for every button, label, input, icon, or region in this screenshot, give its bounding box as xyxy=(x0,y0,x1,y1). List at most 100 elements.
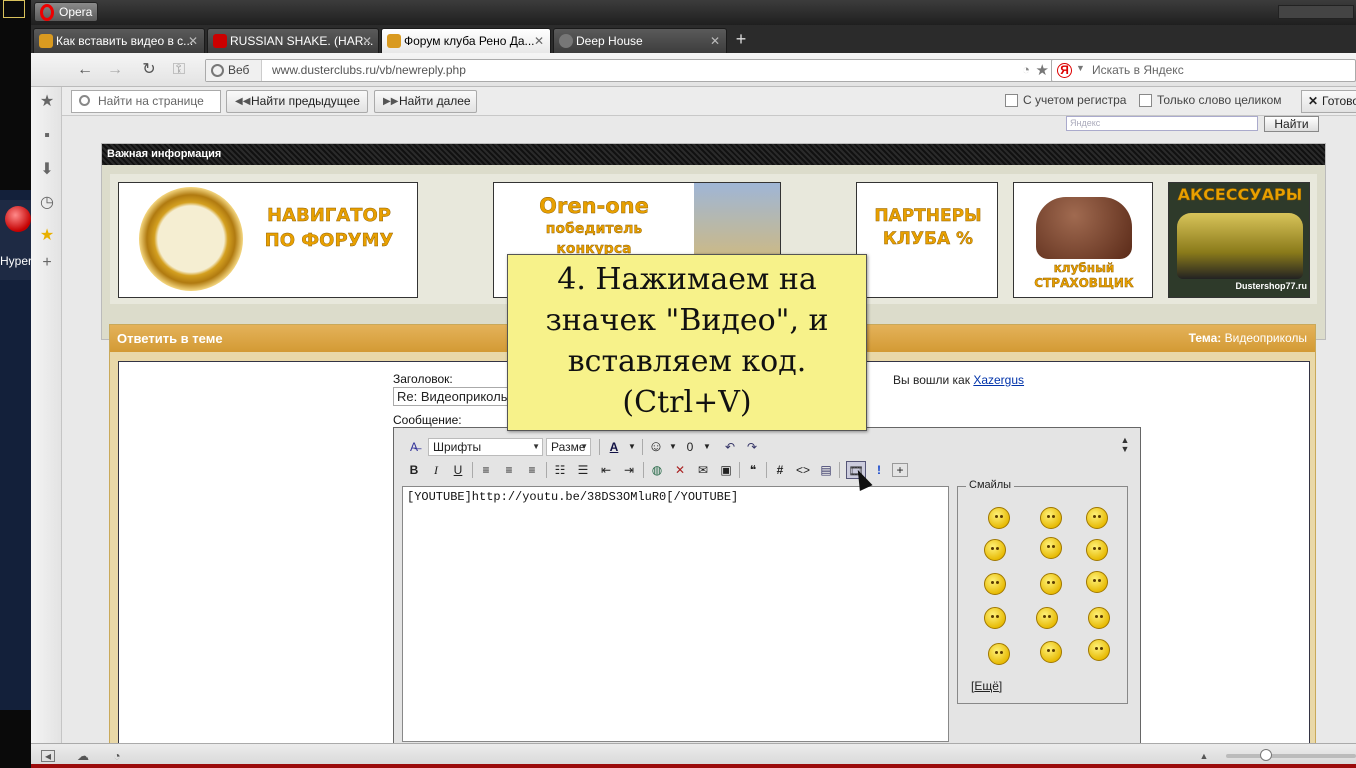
opera-menu-button[interactable]: Opera xyxy=(34,2,98,22)
new-tab-button[interactable]: + xyxy=(731,29,751,49)
speed-dial-gauge-icon[interactable]: ◔ xyxy=(109,748,125,764)
favorites-star-icon[interactable]: ★ xyxy=(38,227,56,245)
find-next-button[interactable]: ▶▶ Найти далее xyxy=(374,90,477,113)
smiley-icon[interactable] xyxy=(1088,639,1110,661)
insert-link-icon[interactable]: ◍ xyxy=(647,461,667,479)
yandex-find-button[interactable]: Найти xyxy=(1264,116,1319,132)
tab-deep-house[interactable]: Deep House ✕ xyxy=(553,28,727,53)
add-panel-icon[interactable]: + xyxy=(38,254,56,272)
yandex-site-search-input[interactable]: Яндекс xyxy=(1066,116,1258,131)
more-smilies-text[interactable]: Ещё xyxy=(974,679,999,693)
text-color-icon[interactable]: A xyxy=(604,438,624,456)
tab-close-icon[interactable]: ✕ xyxy=(362,29,372,53)
yandex-logo-icon: Я xyxy=(1057,63,1072,78)
remove-format-icon[interactable]: A̶ xyxy=(404,438,424,456)
ordered-list-icon[interactable]: ☷ xyxy=(550,461,570,479)
zoom-arrow-icon[interactable]: ▲ xyxy=(1196,748,1212,764)
underline-icon[interactable]: U xyxy=(448,461,468,479)
downloads-icon[interactable]: ⬇ xyxy=(38,161,56,179)
navigator-banner[interactable]: НАВИГАТОР ПО ФОРУМУ xyxy=(118,182,418,298)
find-done-button[interactable]: ✕ Готово xyxy=(1301,90,1356,113)
tab-close-icon[interactable]: ✕ xyxy=(710,29,720,53)
zoom-slider[interactable] xyxy=(1226,749,1356,761)
notes-icon[interactable]: ▪ xyxy=(38,127,56,145)
italic-icon[interactable]: I xyxy=(426,461,446,479)
align-center-icon[interactable]: ≡ xyxy=(499,461,519,479)
expand-plus-icon[interactable]: + xyxy=(892,463,908,477)
tab-russian-shake[interactable]: RUSSIAN SHAKE. (HAR... ✕ xyxy=(207,28,379,53)
smiley-icon[interactable] xyxy=(1036,607,1058,629)
size-select[interactable]: Разме ▼ xyxy=(546,438,591,456)
smiley-icon[interactable] xyxy=(1086,539,1108,561)
zoom-slider-knob[interactable] xyxy=(1260,749,1272,761)
more-smilies-link[interactable]: [Ещё] xyxy=(971,679,1002,693)
chevron-down-icon[interactable]: ▼ xyxy=(1076,63,1085,73)
code-hash-icon[interactable]: # xyxy=(770,461,790,479)
bookmarks-star-icon[interactable]: ★ xyxy=(38,93,56,111)
smiley-icon[interactable] xyxy=(1088,607,1110,629)
yandex-search-field[interactable]: Я ▼ Искать в Яндекс xyxy=(1051,59,1356,82)
wand-key-icon[interactable]: ⚿ xyxy=(169,61,189,79)
editor-resize-arrows-icon[interactable]: ▲ ▼ xyxy=(1120,436,1130,454)
find-input[interactable]: Найти на странице xyxy=(71,90,221,113)
smiley-icon[interactable] xyxy=(1040,507,1062,529)
whole-word-checkbox[interactable]: Только слово целиком xyxy=(1139,94,1282,107)
smiley-icon[interactable] xyxy=(988,507,1010,529)
quote-icon[interactable]: ❝ xyxy=(743,461,763,479)
smiley-icon[interactable] xyxy=(988,643,1010,665)
partners-banner[interactable]: ПАРТНЕРЫ КЛУБА % xyxy=(856,182,998,298)
undo-icon[interactable]: ↶ xyxy=(720,438,740,456)
align-right-icon[interactable]: ≡ xyxy=(522,461,542,479)
desktop-gadget[interactable]: Hyper xyxy=(0,200,32,280)
tab-close-icon[interactable]: ✕ xyxy=(188,29,198,53)
bookmark-star-icon[interactable]: ★ xyxy=(1036,61,1049,79)
checkbox-box[interactable] xyxy=(1005,94,1018,107)
reload-icon[interactable]: ↻ xyxy=(139,61,159,79)
tab-close-icon[interactable]: ✕ xyxy=(534,29,544,53)
smiley-icon[interactable] xyxy=(1086,571,1108,593)
url-text[interactable]: www.dusterclubs.ru/vb/newreply.php xyxy=(272,60,466,81)
insurer-banner[interactable]: клубный СТРАХОВЩИК xyxy=(1013,182,1153,298)
smiley-icon[interactable] xyxy=(1086,507,1108,529)
accessories-banner[interactable]: АКСЕССУАРЫ Dustershop77.ru xyxy=(1168,182,1310,298)
smiley-icon[interactable] xyxy=(1040,537,1062,559)
font-select[interactable]: Шрифты ▼ xyxy=(428,438,543,456)
thread-topic-value: Видеоприколы xyxy=(1224,331,1307,345)
unordered-list-icon[interactable]: ☰ xyxy=(573,461,593,479)
find-next-label: Найти далее xyxy=(399,94,471,108)
message-textarea[interactable]: [YOUTUBE]http://youtu.be/38DS3OMluR0[/YO… xyxy=(402,486,949,742)
align-left-icon[interactable]: ≡ xyxy=(476,461,496,479)
panel-toggle-icon[interactable]: ◂ xyxy=(41,750,55,762)
chevron-down-icon[interactable]: ▼ xyxy=(622,438,642,456)
username-link[interactable]: Xazergus xyxy=(973,373,1024,387)
rss-icon[interactable]: ◔ xyxy=(1022,62,1030,77)
redo-icon[interactable]: ↷ xyxy=(742,438,762,456)
checkbox-box[interactable] xyxy=(1139,94,1152,107)
indent-icon[interactable]: ⇥ xyxy=(619,461,639,479)
window-controls[interactable] xyxy=(1278,5,1354,19)
outdent-icon[interactable]: ⇤ xyxy=(596,461,616,479)
smiley-icon[interactable] xyxy=(984,573,1006,595)
history-clock-icon[interactable]: ◷ xyxy=(38,194,56,212)
php-code-icon[interactable]: ▤ xyxy=(816,461,836,479)
smiley-icon[interactable] xyxy=(984,539,1006,561)
insert-image-icon[interactable]: ▣ xyxy=(716,461,736,479)
chevron-down-icon[interactable]: ▼ xyxy=(697,438,717,456)
insert-email-icon[interactable]: ✉ xyxy=(693,461,713,479)
match-case-checkbox[interactable]: С учетом регистра xyxy=(1005,94,1126,107)
alert-icon[interactable]: ! xyxy=(869,461,889,479)
smiley-icon[interactable] xyxy=(1040,573,1062,595)
back-button[interactable]: ← xyxy=(75,61,95,79)
smiley-icon[interactable] xyxy=(1040,641,1062,663)
address-field[interactable]: Веб www.dusterclubs.ru/vb/newreply.php ◔… xyxy=(205,59,1055,82)
tab-how-to-insert-video[interactable]: Как вставить видео в с... ✕ xyxy=(33,28,205,53)
forward-button[interactable]: → xyxy=(105,61,125,79)
smiley-icon[interactable] xyxy=(984,607,1006,629)
remove-link-icon[interactable]: ✕ xyxy=(670,461,690,479)
find-previous-button[interactable]: ◀◀ Найти предыдущее xyxy=(226,90,368,113)
tab-renault-forum[interactable]: Форум клуба Рено Да... ✕ xyxy=(381,28,551,53)
unite-cloud-icon[interactable]: ☁ xyxy=(75,748,91,764)
search-scope-badge[interactable]: Веб xyxy=(206,60,262,81)
bold-icon[interactable]: B xyxy=(404,461,424,479)
html-code-icon[interactable]: <> xyxy=(793,461,813,479)
